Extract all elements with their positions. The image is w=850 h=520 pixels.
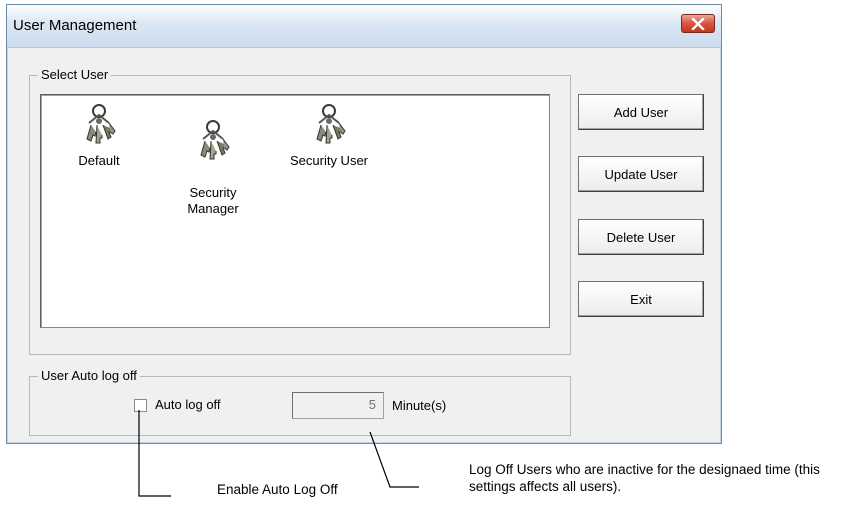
callout-line-enable	[138, 410, 171, 497]
callout-lines	[138, 410, 419, 497]
callout-enable-auto-logoff: Enable Auto Log Off	[217, 482, 338, 497]
callout-line-inactive	[369, 431, 419, 488]
callout-inactive-users: Log Off Users who are inactive for the d…	[469, 462, 820, 494]
